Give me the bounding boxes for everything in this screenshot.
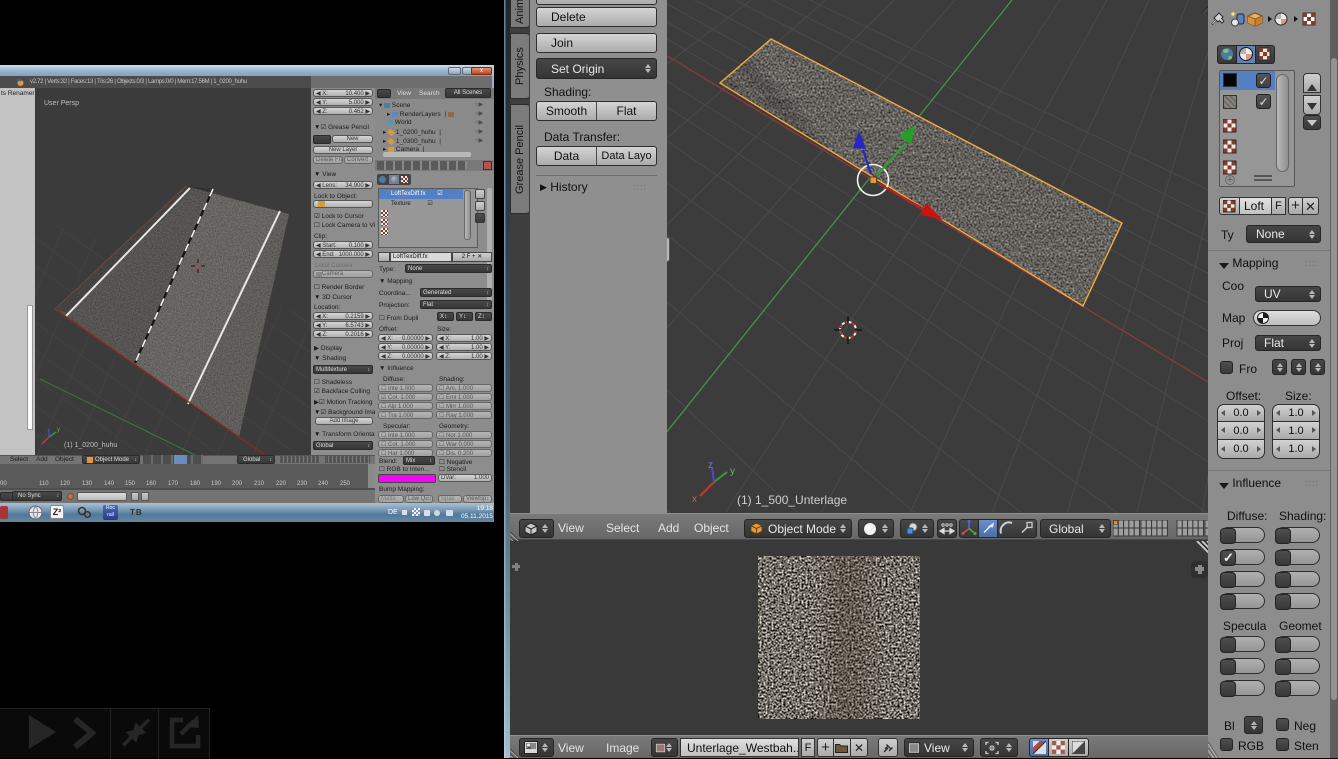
svg-text:User Persp: User Persp bbox=[44, 100, 79, 107]
svg-text:z: z bbox=[708, 460, 713, 471]
svg-text:y: y bbox=[57, 427, 60, 433]
svg-text:x: x bbox=[692, 494, 697, 505]
svg-text:(1) 1_0200_huhu: (1) 1_0200_huhu bbox=[64, 442, 117, 449]
svg-text:y: y bbox=[730, 466, 735, 477]
svg-text:(1) 1_500_Unterlage: (1) 1_500_Unterlage bbox=[737, 493, 847, 507]
